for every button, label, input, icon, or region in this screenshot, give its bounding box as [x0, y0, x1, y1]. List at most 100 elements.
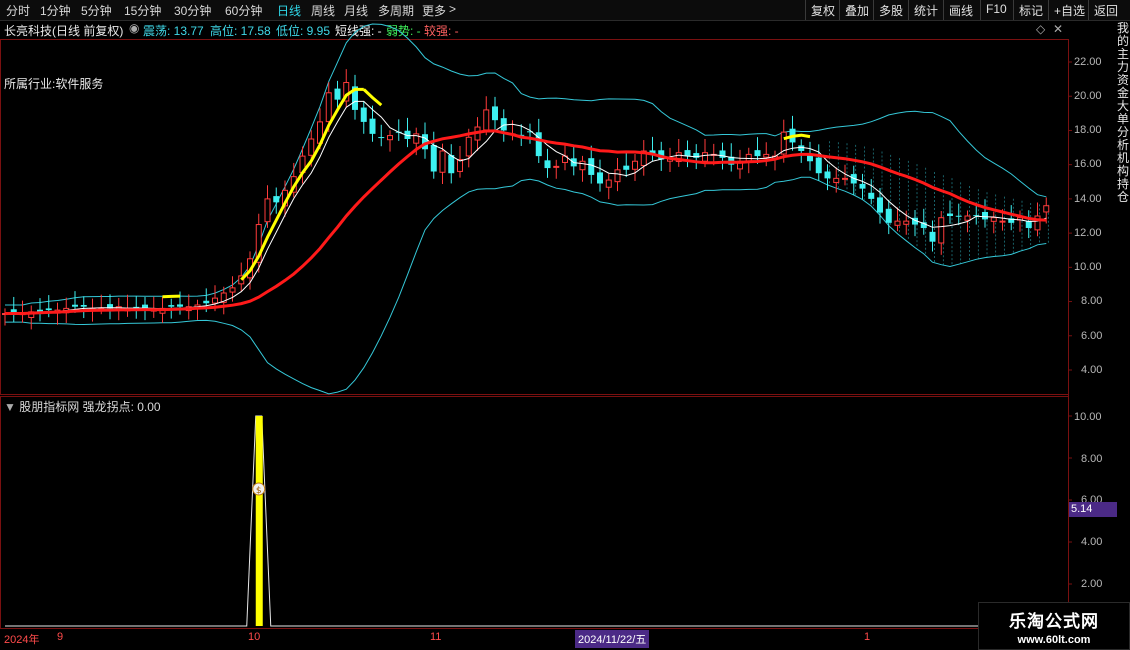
candle-body: [929, 231, 936, 242]
candle-body: [885, 208, 892, 223]
y-tick: 2.00: [1081, 578, 1103, 590]
y-tick: 6.00: [1081, 330, 1103, 342]
candle-body: [483, 109, 490, 131]
candle-body: [614, 169, 621, 183]
indicator-spike-bar: [255, 416, 263, 626]
candle-body: [264, 198, 271, 223]
date-label: 10: [248, 631, 261, 643]
yellow-signal-line: [362, 88, 383, 107]
candle-body: [334, 88, 341, 100]
y-tick: 14.00: [1074, 193, 1102, 205]
candle-body: [623, 165, 630, 170]
candle-body: [982, 211, 988, 220]
candle-body: [798, 145, 805, 151]
candle-body: [387, 135, 393, 141]
candle-body: [544, 160, 551, 169]
candle-body: [448, 155, 455, 174]
candle-body: [964, 215, 971, 221]
candle-body: [868, 192, 875, 199]
candle-body: [999, 220, 1006, 223]
ma5-line: [5, 100, 1047, 314]
date-label: 9: [57, 631, 64, 643]
hatch-area: [829, 141, 1049, 267]
sub-panel-border: [0, 396, 1069, 629]
y-tick: 18.00: [1074, 124, 1102, 136]
candle-body: [325, 92, 332, 123]
candle-body: [72, 304, 78, 307]
candle-body: [719, 150, 726, 158]
y-tick: 20.00: [1074, 90, 1102, 102]
yellow-signal-line: [162, 294, 181, 299]
candle-body: [1025, 221, 1032, 228]
candle-body: [815, 157, 822, 174]
collapse-icon[interactable]: ▼: [4, 400, 16, 414]
indicator-line: [5, 415, 1066, 627]
candle-body: [360, 107, 367, 122]
candle-body: [684, 150, 691, 157]
sub-indicator-label: 股朋指标网 强龙拐点: 0.00: [19, 400, 161, 414]
candle-body: [177, 304, 183, 307]
candle-body: [824, 171, 831, 179]
sub-indicator: $: [5, 415, 1066, 627]
y-tick: 8.00: [1081, 295, 1103, 307]
candle-body: [754, 150, 761, 157]
y-tick: 4.00: [1081, 364, 1103, 376]
candle-body: [597, 172, 603, 184]
candle-body: [168, 305, 175, 307]
right-side-tabs[interactable]: 我的主力资金大单分析机构持仓: [1117, 22, 1130, 442]
candle-body: [378, 137, 385, 139]
candle-body: [45, 308, 52, 311]
date-axis: 2024年 9 10 11 1: [0, 630, 1068, 646]
sub-indicator-title: ▼ 股朋指标网 强龙拐点: 0.00: [4, 398, 161, 415]
candle-body: [553, 165, 560, 168]
candle-body: [894, 220, 901, 226]
date-label: 1: [864, 631, 871, 643]
date-label: 11: [430, 631, 442, 643]
candle-body: [369, 118, 376, 134]
candle-body: [632, 160, 638, 170]
watermark-url: www.60lt.com: [1017, 634, 1091, 646]
y-tick: 10.00: [1074, 411, 1102, 423]
candle-body: [938, 217, 945, 244]
candle-body: [947, 213, 953, 216]
y-tick: 4.00: [1081, 536, 1103, 548]
money-bag-glyph: $: [256, 486, 262, 496]
candle-body: [903, 220, 910, 225]
candle-body: [492, 106, 498, 121]
kline-chart[interactable]: $: [0, 0, 1130, 650]
candle-body: [273, 196, 280, 203]
candle-body: [588, 158, 595, 175]
date-label: 2024年: [4, 634, 40, 646]
candle-body: [1043, 205, 1050, 213]
price-tag: 5.14: [1069, 502, 1117, 517]
candle-body: [439, 150, 446, 173]
candle-body: [465, 136, 472, 157]
candle-body: [430, 144, 437, 172]
cursor-date: 2024/11/22/五: [575, 630, 650, 648]
candle-body: [579, 160, 586, 171]
y-tick: 8.00: [1081, 453, 1103, 465]
watermark: 乐淘公式网 www.60lt.com: [978, 602, 1130, 650]
candle-body: [605, 179, 612, 188]
candle-body: [955, 215, 962, 217]
candle-body: [763, 153, 770, 158]
candle-body: [842, 177, 848, 180]
candle-body: [990, 217, 997, 222]
upper-band-line: [5, 23, 1047, 306]
candle-body: [859, 183, 866, 189]
candle-body: [80, 304, 87, 307]
side-tab-text[interactable]: 我的主力资金大单分析机构持仓: [1117, 22, 1130, 204]
y-tick: 22.00: [1074, 56, 1102, 68]
candle-body: [229, 287, 236, 293]
ma-lines: [5, 87, 1047, 315]
yellow-signal-line: [783, 133, 811, 141]
y-tick: 10.00: [1074, 261, 1102, 273]
candles: [2, 69, 1050, 330]
candle-body: [833, 177, 840, 183]
y-tick: 12.00: [1074, 227, 1102, 239]
y-tick: 16.00: [1074, 158, 1102, 170]
watermark-title: 乐淘公式网: [1009, 612, 1099, 631]
candle-body: [203, 300, 210, 304]
candle-body: [500, 118, 507, 131]
candle-body: [702, 152, 708, 162]
